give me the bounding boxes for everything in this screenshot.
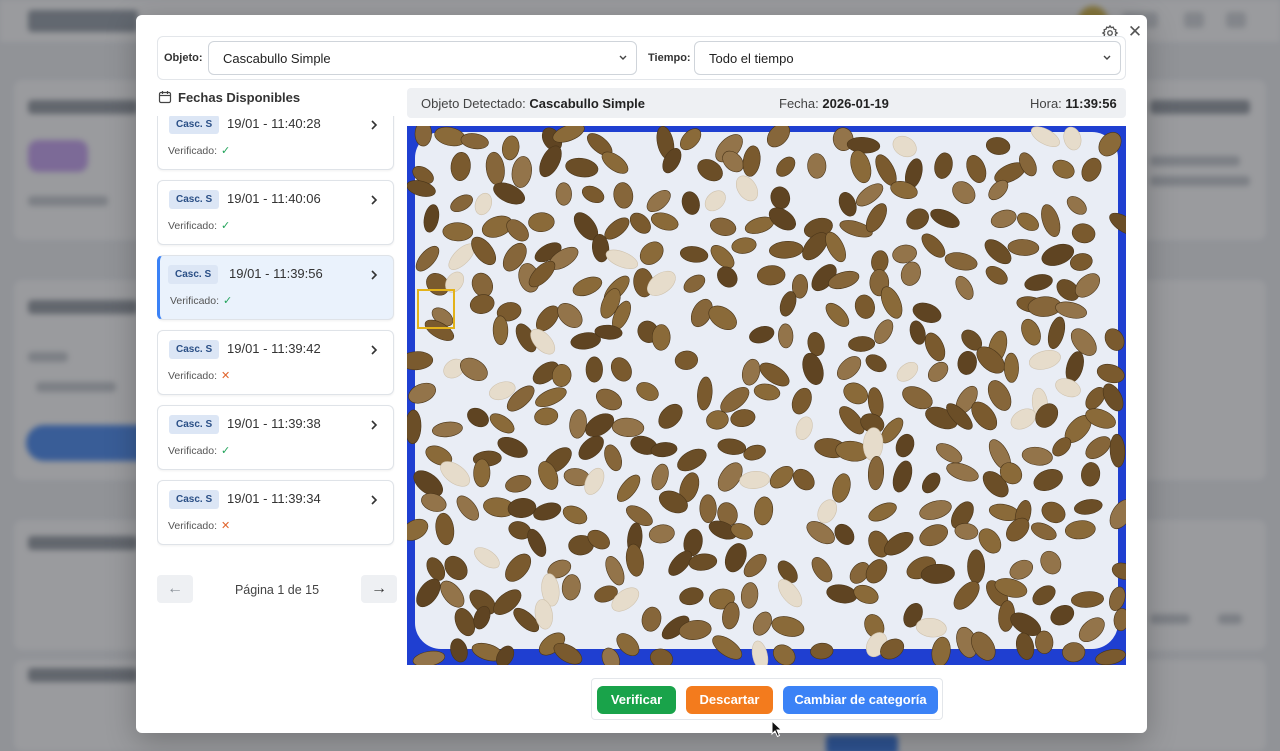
verified-status: Verificado: ✓ [168, 444, 230, 457]
verified-label: Verificado: [168, 370, 218, 382]
detection-hour-label: Hora: [1030, 96, 1062, 111]
discard-button[interactable]: Descartar [686, 686, 773, 714]
detection-hour-value: 11:39:56 [1065, 96, 1117, 111]
verified-label: Verificado: [168, 445, 218, 457]
peanut [473, 458, 491, 488]
detection-review-modal: ✕ Objeto: Cascabullo Simple Tiempo: Todo… [136, 15, 1147, 733]
peanut [1003, 352, 1019, 383]
prev-page-button[interactable]: ← [157, 575, 193, 603]
close-icon[interactable]: ✕ [1126, 23, 1144, 41]
change-category-button[interactable]: Cambiar de categoría [783, 686, 938, 714]
verified-mark: ✓ [221, 445, 231, 457]
verified-label: Verificado: [170, 295, 220, 307]
chevron-down-icon [1103, 55, 1111, 60]
detection-item[interactable]: Casc. S 19/01 - 11:40:28 Verificado: ✓ [157, 116, 394, 170]
detection-time: 19/01 - 11:40:06 [227, 191, 321, 206]
page-indicator: Página 1 de 15 [234, 583, 320, 597]
category-badge: Casc. S [169, 190, 220, 209]
mouse-cursor-icon [771, 720, 783, 738]
verified-mark: ✓ [221, 220, 231, 232]
category-badge: Casc. S [169, 116, 220, 134]
category-badge: Casc. S [169, 490, 220, 509]
category-badge: Casc. S [169, 340, 220, 359]
verified-status: Verificado: ✓ [168, 144, 230, 157]
detection-time: 19/01 - 11:40:28 [227, 116, 321, 131]
peanut [585, 356, 603, 383]
verified-label: Verificado: [168, 520, 218, 532]
detection-item[interactable]: Casc. S 19/01 - 11:39:42 Verificado: ✕ [157, 330, 394, 395]
calendar-icon [158, 91, 172, 104]
detection-image [407, 126, 1126, 665]
verified-status: Verificado: ✕ [168, 519, 230, 532]
detection-time: 19/01 - 11:39:42 [227, 341, 321, 356]
verified-mark: ✕ [221, 370, 231, 382]
pagination: ← Página 1 de 15 → [157, 575, 397, 605]
verified-label: Verificado: [168, 145, 218, 157]
verified-status: Verificado: ✓ [170, 294, 232, 307]
chevron-down-icon [619, 55, 627, 60]
category-badge: Casc. S [168, 265, 219, 284]
detection-bounding-box [417, 289, 455, 329]
detection-date-value: 2026-01-19 [822, 96, 889, 111]
object-select-value: Cascabullo Simple [223, 51, 331, 66]
time-select-value: Todo el tiempo [709, 51, 794, 66]
chevron-right-icon [371, 120, 378, 130]
detection-date: Fecha: 2026-01-19 [779, 96, 889, 111]
detected-object: Objeto Detectado: Cascabullo Simple [421, 96, 645, 111]
detected-object-value: Cascabullo Simple [529, 96, 646, 111]
dates-title: Fechas Disponibles [178, 90, 301, 105]
detection-list: Casc. S 19/01 - 11:40:28 Verificado: ✓ Casc.… [157, 116, 395, 554]
peanuts-photo [407, 126, 1126, 665]
object-select[interactable]: Cascabullo Simple [208, 41, 637, 75]
peanut [699, 494, 717, 523]
detection-time: 19/01 - 11:39:34 [227, 491, 321, 506]
object-filter-label: Objeto: [164, 52, 203, 64]
detected-object-label: Objeto Detectado: [421, 96, 526, 111]
chevron-right-icon [371, 345, 378, 355]
time-filter-label: Tiempo: [648, 52, 691, 64]
next-page-button[interactable]: → [361, 575, 397, 603]
detection-item[interactable]: Casc. S 19/01 - 11:39:56 Verificado: ✓ [157, 255, 394, 320]
chevron-right-icon [371, 270, 378, 280]
detection-hour: Hora: 11:39:56 [1030, 96, 1117, 111]
detection-item[interactable]: Casc. S 19/01 - 11:39:34 Verificado: ✕ [157, 480, 394, 545]
verified-status: Verificado: ✓ [168, 219, 230, 232]
verified-label: Verificado: [168, 220, 218, 232]
detection-item[interactable]: Casc. S 19/01 - 11:40:06 Verificado: ✓ [157, 180, 394, 245]
verified-status: Verificado: ✕ [168, 369, 230, 382]
chevron-right-icon [371, 420, 378, 430]
detection-time: 19/01 - 11:39:38 [227, 416, 321, 431]
verified-mark: ✓ [223, 295, 233, 307]
verified-mark: ✓ [221, 145, 231, 157]
detection-info-bar: Objeto Detectado: Cascabullo Simple Fech… [407, 88, 1126, 118]
verify-button[interactable]: Verificar [597, 686, 676, 714]
verified-mark: ✕ [221, 520, 231, 532]
detection-date-label: Fecha: [779, 96, 819, 111]
chevron-right-icon [371, 195, 378, 205]
action-bar: Verificar Descartar Cambiar de categoría [591, 678, 943, 720]
filters-bar: Objeto: Cascabullo Simple Tiempo: Todo e… [157, 36, 1126, 80]
chevron-right-icon [371, 495, 378, 505]
peanut [651, 324, 671, 351]
peanut [492, 315, 509, 346]
category-badge: Casc. S [169, 415, 220, 434]
detection-item[interactable]: Casc. S 19/01 - 11:39:38 Verificado: ✓ [157, 405, 394, 470]
peanut [555, 182, 572, 206]
peanut [967, 549, 985, 584]
time-select[interactable]: Todo el tiempo [694, 41, 1121, 75]
detection-time: 19/01 - 11:39:56 [229, 266, 323, 281]
